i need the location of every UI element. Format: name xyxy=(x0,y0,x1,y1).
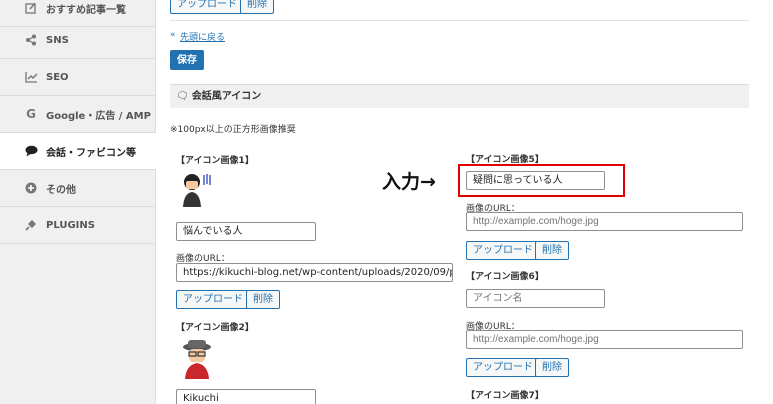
sidebar-item-google[interactable]: G Google・広告 / AMP xyxy=(0,96,156,133)
sidebar-item-label: SEO xyxy=(46,71,69,83)
icon1-avatar xyxy=(180,171,214,213)
chat-bubble-icon xyxy=(24,144,38,158)
sidebar-item-label: PLUGINS xyxy=(46,219,95,231)
settings-sidebar: おすすめ記事一覧 SNS SEO G Google・広告 / AMP 会話・ファ… xyxy=(0,0,156,404)
google-icon: G xyxy=(26,107,36,121)
sidebar-item-other[interactable]: その他 xyxy=(0,170,156,207)
input-highlight-box xyxy=(458,164,625,197)
sidebar-item-label: SNS xyxy=(46,34,69,46)
icon2-title: 【アイコン画像2】 xyxy=(176,323,254,333)
size-note: ※100px以上の正方形画像推奨 xyxy=(170,125,296,135)
sidebar-item-sns[interactable]: SNS xyxy=(0,22,156,59)
icon5-delete-button[interactable]: 削除 xyxy=(535,241,569,260)
delete-button[interactable]: 削除 xyxy=(240,0,274,14)
chart-line-icon xyxy=(24,70,38,84)
icon7-title: 【アイコン画像7】 xyxy=(466,391,544,401)
plus-circle-icon xyxy=(24,181,38,195)
icon1-url-field[interactable]: https://kikuchi-blog.net/wp-content/uplo… xyxy=(176,263,453,282)
icon5-upload-button[interactable]: アップロード xyxy=(466,241,540,260)
icon1-delete-button[interactable]: 削除 xyxy=(246,290,280,309)
icon6-delete-button[interactable]: 削除 xyxy=(535,358,569,377)
icon6-title: 【アイコン画像6】 xyxy=(466,272,544,282)
section-header: 🗨 会話風アイコン xyxy=(170,84,749,108)
icon2-name-field[interactable]: Kikuchi xyxy=(176,389,316,404)
save-button[interactable]: 保存 xyxy=(170,50,204,70)
sidebar-item-label: 会話・ファビコン等 xyxy=(46,147,136,159)
icon2-avatar xyxy=(180,339,214,383)
sidebar-item-conversation[interactable]: 会話・ファビコン等 xyxy=(0,133,156,170)
sidebar-item-label: その他 xyxy=(46,184,76,196)
input-annotation: 入力→ xyxy=(382,171,436,193)
upload-button[interactable]: アップロード xyxy=(170,0,244,14)
share-icon xyxy=(24,33,38,47)
icon6-url-field[interactable] xyxy=(466,330,743,349)
icon5-url-field[interactable] xyxy=(466,212,743,231)
icon1-upload-button[interactable]: アップロード xyxy=(176,290,250,309)
edit-icon xyxy=(24,1,38,15)
chevron-up-icon: « xyxy=(170,30,176,40)
icon6-upload-button[interactable]: アップロード xyxy=(466,358,540,377)
sidebar-item-seo[interactable]: SEO xyxy=(0,59,156,96)
divider xyxy=(170,20,749,21)
back-to-top-link[interactable]: 先頭に戻る xyxy=(180,30,225,43)
sidebar-item-label: おすすめ記事一覧 xyxy=(46,4,126,16)
section-title: 会話風アイコン xyxy=(191,91,262,102)
sidebar-item-plugins[interactable]: PLUGINS xyxy=(0,207,156,244)
icon6-name-field[interactable] xyxy=(466,289,605,308)
sidebar-item-label: Google・広告 / AMP xyxy=(46,110,151,122)
icon1-name-field[interactable]: 悩んでいる人 xyxy=(176,222,316,241)
plug-icon xyxy=(24,218,38,232)
chat-bubble-icon: 🗨 xyxy=(176,91,189,102)
icon1-title: 【アイコン画像1】 xyxy=(176,156,254,166)
